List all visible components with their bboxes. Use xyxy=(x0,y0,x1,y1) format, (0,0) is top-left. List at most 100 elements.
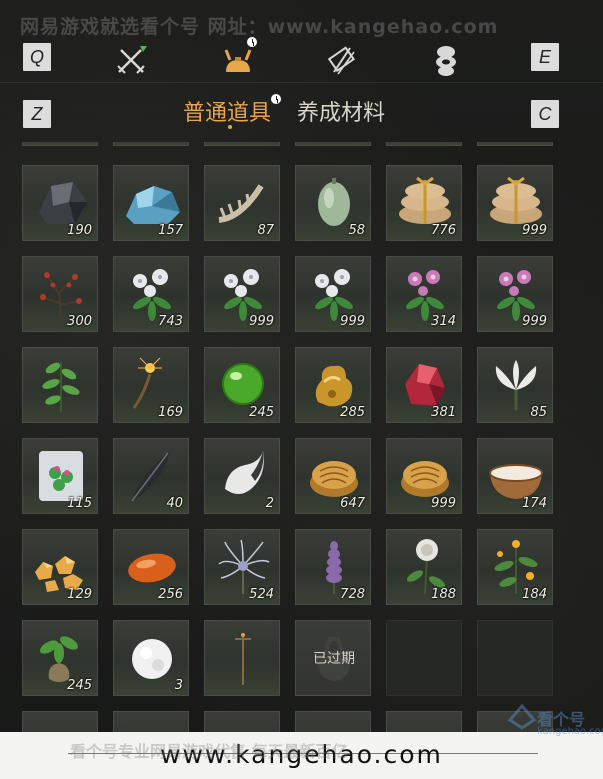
root-plant-icon xyxy=(29,627,93,685)
item-count: 999 xyxy=(522,314,547,329)
inventory-slot[interactable]: 3 xyxy=(113,620,189,696)
inventory-slot[interactable]: 300 xyxy=(22,256,98,332)
inventory-slot[interactable]: 285 xyxy=(295,347,371,423)
item-count: 85 xyxy=(530,405,547,420)
key-q-button[interactable]: Q xyxy=(23,43,51,71)
inventory-slot[interactable]: 256 xyxy=(113,529,189,605)
inventory-slot[interactable]: 58 xyxy=(295,165,371,241)
item-count: 999 xyxy=(522,223,547,238)
item-count: 300 xyxy=(67,314,92,329)
inventory-slot[interactable]: 245 xyxy=(204,347,280,423)
green-jade-orb-icon xyxy=(211,354,275,412)
item-count: 129 xyxy=(67,587,92,602)
item-count: 728 xyxy=(340,587,365,602)
inventory-slot[interactable] xyxy=(204,711,280,732)
inventory-slot[interactable]: 999 xyxy=(204,256,280,332)
item-count: 314 xyxy=(431,314,456,329)
inventory-slot[interactable] xyxy=(386,711,462,732)
inventory-slot[interactable] xyxy=(22,347,98,423)
inventory-slot[interactable] xyxy=(204,620,280,696)
black-ore-icon xyxy=(29,172,93,230)
inventory-slot[interactable] xyxy=(113,142,189,146)
inventory-slot[interactable]: 190 xyxy=(22,165,98,241)
watermark-top: 网易游戏就选看个号 网址：www.kangehao.com xyxy=(20,16,499,38)
item-count: 647 xyxy=(340,496,365,511)
inventory-slot[interactable] xyxy=(386,620,462,696)
key-e-button[interactable]: E xyxy=(531,43,559,71)
item-count: 40 xyxy=(166,496,183,511)
inventory-slot[interactable]: 999 xyxy=(477,256,553,332)
inventory-slot[interactable]: 728 xyxy=(295,529,371,605)
item-count: 184 xyxy=(522,587,547,602)
amber-pieces-icon xyxy=(29,536,93,594)
milk-bowl-icon xyxy=(484,445,548,503)
scroll-icon[interactable] xyxy=(324,42,360,78)
item-count: 188 xyxy=(431,587,456,602)
tab-common-items[interactable]: 普通道具 xyxy=(183,95,271,127)
inventory-slot[interactable] xyxy=(295,711,371,732)
inventory-slot[interactable]: 115 xyxy=(22,438,98,514)
inventory-slot[interactable] xyxy=(22,711,98,732)
inventory-slot[interactable] xyxy=(113,711,189,732)
tied-sacks-icon xyxy=(484,172,548,230)
inventory-slot[interactable]: 169 xyxy=(113,347,189,423)
inventory-slot[interactable] xyxy=(477,142,553,146)
inventory-slot[interactable]: 129 xyxy=(22,529,98,605)
item-count: 285 xyxy=(340,405,365,420)
inventory-slot[interactable]: 157 xyxy=(113,165,189,241)
inventory-slot[interactable]: 314 xyxy=(386,256,462,332)
item-count: 999 xyxy=(431,496,456,511)
inventory-slot[interactable]: 174 xyxy=(477,438,553,514)
inventory-slot[interactable] xyxy=(477,620,553,696)
white-fur-tuft-icon xyxy=(211,445,275,503)
item-count: 776 xyxy=(431,223,456,238)
inventory-slot[interactable]: 524 xyxy=(204,529,280,605)
category-tabs: 普通道具 养成材料 xyxy=(0,95,603,135)
tab-growth-materials[interactable]: 养成材料 xyxy=(297,95,385,127)
inventory-slot[interactable] xyxy=(204,142,280,146)
tied-sacks-icon xyxy=(393,172,457,230)
white-flower-herb-icon xyxy=(211,263,275,321)
red-crystal-icon xyxy=(393,354,457,412)
inventory-slot[interactable]: 647 xyxy=(295,438,371,514)
inventory-slot[interactable] xyxy=(22,142,98,146)
inventory-slot[interactable]: 776 xyxy=(386,165,462,241)
active-tab-indicator xyxy=(228,125,232,129)
crossed-swords-icon[interactable] xyxy=(113,42,149,78)
item-count: 169 xyxy=(158,405,183,420)
inventory-slot[interactable]: 999 xyxy=(386,438,462,514)
inventory-slot[interactable] xyxy=(386,142,462,146)
inventory-slot[interactable]: 999 xyxy=(295,256,371,332)
topbar-divider xyxy=(0,82,603,83)
stones-icon[interactable] xyxy=(428,42,464,78)
inventory-slot[interactable]: 184 xyxy=(477,529,553,605)
pink-flower-herb-icon xyxy=(393,263,457,321)
inventory-slot[interactable]: 188 xyxy=(386,529,462,605)
jade-block-icon xyxy=(29,445,93,503)
item-count: 2 xyxy=(265,496,274,511)
purple-spike-flower-icon xyxy=(302,536,366,594)
inventory-slot[interactable]: 40 xyxy=(113,438,189,514)
gold-nugget-icon xyxy=(302,354,366,412)
sparkler-twig-icon xyxy=(120,354,184,412)
gold-ingot-icon xyxy=(302,445,366,503)
bone-spine-icon xyxy=(211,172,275,230)
white-flower-herb-icon xyxy=(120,263,184,321)
item-count: 381 xyxy=(431,405,456,420)
inventory-slot[interactable]: 已过期 xyxy=(295,620,371,696)
inventory-slot[interactable]: 85 xyxy=(477,347,553,423)
inventory-slot[interactable]: 999 xyxy=(477,165,553,241)
tab-clock-icon xyxy=(270,93,282,105)
item-count: 87 xyxy=(257,223,274,238)
item-count: 174 xyxy=(522,496,547,511)
inventory-slot[interactable]: 2 xyxy=(204,438,280,514)
spider-lily-icon xyxy=(211,536,275,594)
inventory-slot[interactable]: 381 xyxy=(386,347,462,423)
inventory-slot[interactable]: 87 xyxy=(204,165,280,241)
item-count: 524 xyxy=(249,587,274,602)
inventory-slot[interactable]: 743 xyxy=(113,256,189,332)
snowball-icon xyxy=(120,627,184,685)
inventory-slot[interactable]: 245 xyxy=(22,620,98,696)
inventory-slot[interactable] xyxy=(295,142,371,146)
blue-crystal-ore-icon xyxy=(120,172,184,230)
